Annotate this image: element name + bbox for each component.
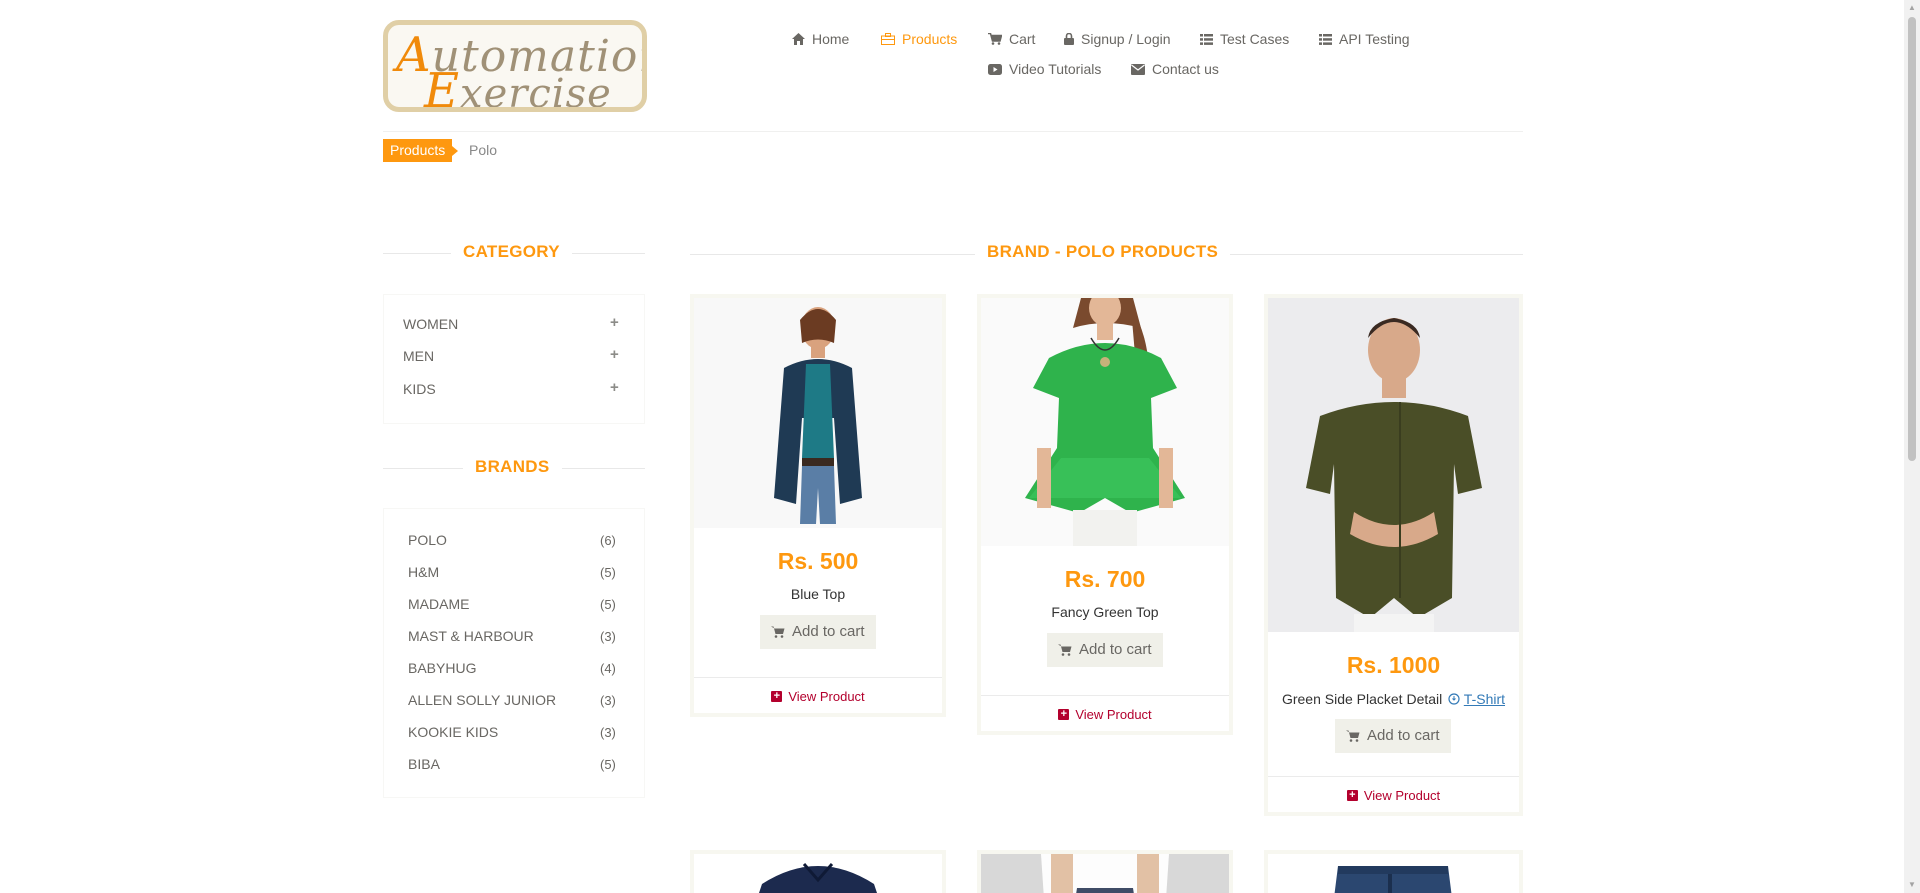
nav-api-testing[interactable]: API Testing: [1319, 31, 1410, 47]
product-image: [1268, 854, 1519, 893]
add-to-cart-button[interactable]: Add to cart: [1047, 633, 1163, 667]
product-image: [694, 854, 942, 893]
card-divider: [694, 677, 942, 678]
site-logo[interactable]: Automation Exercise: [383, 20, 647, 112]
breadcrumb-products[interactable]: Products: [383, 139, 459, 162]
product-price: Rs. 500: [777, 548, 859, 574]
cart-icon: [1346, 730, 1360, 742]
info-circle-icon: [1448, 693, 1460, 705]
product-price: Rs. 1000: [1346, 652, 1441, 678]
product-image: [981, 298, 1229, 546]
brand-count: (3): [600, 629, 616, 644]
brand-count: (4): [600, 661, 616, 676]
nav-cart[interactable]: Cart: [988, 31, 1035, 47]
brand-allen-solly-junior[interactable]: ALLEN SOLLY JUNIOR: [408, 692, 556, 708]
product-card: Rs. 500 Blue Top Add to cart + View Prod…: [690, 294, 946, 717]
cart-icon: [988, 33, 1002, 45]
product-image: [981, 854, 1229, 893]
brand-hm[interactable]: H&M: [408, 564, 439, 580]
lock-icon: [1064, 33, 1074, 45]
view-product-link[interactable]: + View Product: [981, 707, 1229, 722]
brand-kookie-kids[interactable]: KOOKIE KIDS: [408, 724, 498, 740]
home-icon: [792, 33, 805, 45]
page-scrollbar[interactable]: ▲ ▼: [1904, 0, 1920, 893]
plus-icon[interactable]: +: [610, 379, 619, 396]
products-icon: [881, 33, 895, 45]
brand-count: (5): [600, 757, 616, 772]
brand-madame[interactable]: MADAME: [408, 596, 469, 612]
product-card: [690, 850, 946, 893]
brand-count: (6): [600, 533, 616, 548]
brand-polo[interactable]: POLO: [408, 532, 447, 548]
nav-home[interactable]: Home: [792, 31, 849, 47]
scroll-down-arrow-icon[interactable]: ▼: [1907, 880, 1917, 890]
products-title: BRAND - POLO PRODUCTS: [975, 242, 1231, 262]
brands-panel: POLO (6) H&M (5) MADAME (5) MAST & HARBO…: [383, 508, 645, 798]
plus-square-icon: +: [1346, 790, 1358, 801]
brand-count: (3): [600, 693, 616, 708]
plus-square-icon: +: [1058, 709, 1070, 720]
scroll-up-arrow-icon[interactable]: ▲: [1907, 3, 1917, 13]
product-name: Green Side Placket Detail T-Shirt: [1281, 691, 1506, 707]
envelope-icon: [1131, 63, 1145, 75]
nav-video-tutorials[interactable]: Video Tutorials: [988, 61, 1101, 77]
product-image: [694, 298, 942, 528]
breadcrumb-current: Polo: [469, 142, 498, 158]
category-women[interactable]: WOMEN: [403, 316, 458, 332]
add-to-cart-button[interactable]: Add to cart: [760, 615, 876, 649]
product-name: Blue Top: [790, 586, 846, 602]
brand-count: (3): [600, 725, 616, 740]
brand-mast-harbour[interactable]: MAST & HARBOUR: [408, 628, 534, 644]
product-card: [977, 850, 1233, 893]
view-product-link[interactable]: + View Product: [694, 689, 942, 704]
card-divider: [981, 695, 1229, 696]
view-product-link[interactable]: + View Product: [1268, 788, 1519, 803]
cart-icon: [1058, 644, 1072, 656]
plus-square-icon: +: [771, 691, 783, 702]
youtube-icon: [988, 63, 1002, 75]
add-to-cart-button[interactable]: Add to cart: [1335, 719, 1451, 753]
logo-line-2: Exercise: [424, 63, 612, 112]
nav-products[interactable]: Products: [881, 31, 957, 47]
brands-title: BRANDS: [463, 457, 562, 477]
scrollbar-thumb[interactable]: [1908, 17, 1916, 461]
category-men[interactable]: MEN: [403, 348, 434, 364]
category-title: CATEGORY: [451, 242, 572, 262]
category-panel: WOMEN + MEN + KIDS +: [383, 294, 645, 424]
brand-babyhug[interactable]: BABYHUG: [408, 660, 476, 676]
list-icon: [1200, 33, 1213, 45]
product-tag-link[interactable]: T-Shirt: [1464, 691, 1505, 707]
product-card: Rs. 1000 Green Side Placket Detail T-Shi…: [1264, 294, 1523, 816]
product-card: Rs. 700 Fancy Green Top Add to cart + Vi…: [977, 294, 1233, 735]
nav-signup-login[interactable]: Signup / Login: [1064, 31, 1171, 47]
category-kids[interactable]: KIDS: [403, 381, 436, 397]
product-price: Rs. 700: [1064, 566, 1146, 592]
list-icon: [1319, 33, 1332, 45]
header-divider: [383, 131, 1523, 132]
brand-count: (5): [600, 565, 616, 580]
product-card: [1264, 850, 1523, 893]
card-divider: [1268, 776, 1519, 777]
product-image: [1268, 298, 1519, 632]
cart-icon: [771, 626, 785, 638]
plus-icon[interactable]: +: [610, 314, 619, 331]
nav-test-cases[interactable]: Test Cases: [1200, 31, 1289, 47]
plus-icon[interactable]: +: [610, 346, 619, 363]
brand-biba[interactable]: BIBA: [408, 756, 440, 772]
brand-count: (5): [600, 597, 616, 612]
nav-contact-us[interactable]: Contact us: [1131, 61, 1219, 77]
product-name: Fancy Green Top: [1051, 604, 1159, 620]
